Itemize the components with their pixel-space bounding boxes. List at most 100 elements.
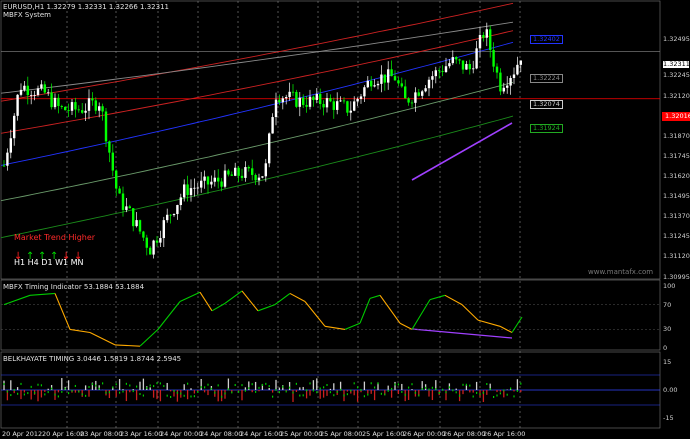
- candle-body: [295, 91, 298, 107]
- candle-body: [461, 60, 465, 70]
- candle-body: [227, 170, 230, 175]
- candle-body: [478, 34, 482, 49]
- candle-body: [128, 206, 131, 209]
- candle-body: [53, 97, 57, 108]
- candle-body: [390, 69, 393, 77]
- timing-segment: [289, 292, 306, 302]
- candle-body: [359, 96, 363, 99]
- candle-body: [342, 100, 346, 102]
- candle-body: [404, 86, 407, 99]
- candle-body: [43, 84, 46, 93]
- candle-body: [502, 87, 505, 92]
- candle-body: [206, 176, 210, 185]
- candle-body: [84, 110, 87, 113]
- candle-body: [98, 106, 101, 111]
- candle-body: [353, 101, 356, 111]
- timing-axis-label: 100: [663, 282, 676, 290]
- candle-body: [278, 99, 281, 103]
- candle-body: [516, 64, 519, 75]
- timing-panel-title: MBFX Timing Indicator 53.1884 53.1884: [3, 283, 145, 291]
- band-grey: [0, 21, 514, 94]
- price-chart-canvas[interactable]: [0, 0, 690, 439]
- candle-body: [274, 99, 278, 118]
- candle-body: [135, 220, 138, 227]
- candle-body: [308, 96, 312, 107]
- divergence-line-timing: [411, 328, 513, 339]
- candle-body: [512, 74, 516, 78]
- candle-body: [254, 174, 257, 181]
- candle-body: [387, 69, 390, 83]
- time-axis-label: 25 Apr 08:00: [320, 430, 363, 438]
- candle-body: [36, 88, 40, 95]
- candle-body: [64, 106, 67, 111]
- candle-body: [472, 68, 475, 70]
- candle-body: [6, 152, 9, 166]
- candle-body: [336, 101, 339, 110]
- candle-body: [281, 98, 284, 103]
- candle-body: [312, 96, 315, 100]
- belkhayate-axis-label: -15: [663, 414, 674, 422]
- candle-body: [271, 117, 274, 134]
- candle-body: [115, 170, 118, 189]
- candle-body: [298, 97, 301, 107]
- candle-body: [2, 165, 6, 167]
- watermark: www.mantafx.com: [588, 268, 654, 276]
- candle-body: [203, 176, 206, 181]
- candle-body: [33, 94, 36, 96]
- candle-body: [268, 133, 271, 164]
- time-axis-label: 26 Apr 08:00: [443, 430, 486, 438]
- candle-body: [458, 59, 461, 61]
- band-red-outer: [0, 2, 514, 102]
- candle-body: [455, 57, 458, 60]
- candle-body: [196, 187, 199, 189]
- timing-segment: [411, 299, 431, 330]
- candle-body: [104, 111, 108, 142]
- candle-body: [414, 92, 417, 103]
- timing-segment: [157, 301, 181, 330]
- candle-body: [373, 85, 376, 87]
- candle-body: [223, 170, 227, 187]
- price-axis-label: 1.31245: [663, 232, 690, 240]
- candle-body: [47, 92, 50, 94]
- candle-body: [152, 240, 155, 255]
- candle-body: [519, 60, 522, 65]
- band-green-outer: [0, 115, 514, 239]
- candle-body: [234, 167, 237, 176]
- divergence-line-price: [411, 122, 513, 181]
- candle-body: [9, 138, 12, 153]
- time-axis-label: 25 Apr 00:00: [280, 430, 323, 438]
- candle-body: [410, 102, 414, 104]
- ma-blue-line: [0, 41, 514, 166]
- timing-segment: [399, 322, 413, 330]
- timing-segment: [54, 293, 71, 330]
- candle-body: [421, 91, 424, 96]
- timing-segment: [429, 294, 446, 301]
- time-axis-label: 23 Apr 08:00: [80, 430, 123, 438]
- candle-body: [349, 110, 352, 113]
- candle-body: [465, 64, 468, 70]
- candle-body: [291, 91, 295, 93]
- candle-body: [186, 184, 189, 196]
- candle-body: [441, 71, 444, 72]
- candle-body: [434, 70, 437, 77]
- candle-body: [16, 94, 19, 116]
- candle-body: [370, 80, 373, 87]
- candle-body: [50, 92, 53, 108]
- candle-body: [257, 177, 261, 181]
- belkhayate-axis-label: 0.00: [663, 386, 678, 394]
- candle-body: [322, 103, 325, 108]
- candle-body: [506, 85, 509, 88]
- candle-body: [302, 97, 305, 105]
- candle-body: [363, 87, 366, 97]
- timing-segment: [179, 291, 201, 302]
- timing-segment: [3, 294, 31, 306]
- candle-body: [132, 208, 135, 227]
- candle-body: [424, 88, 427, 92]
- candle-body: [230, 174, 233, 176]
- candle-body: [305, 104, 308, 107]
- timing-segment: [511, 316, 523, 333]
- candle-body: [288, 91, 291, 98]
- candle-body: [138, 220, 142, 232]
- price-level-box: 1.31924: [530, 124, 563, 133]
- candle-body: [346, 101, 349, 113]
